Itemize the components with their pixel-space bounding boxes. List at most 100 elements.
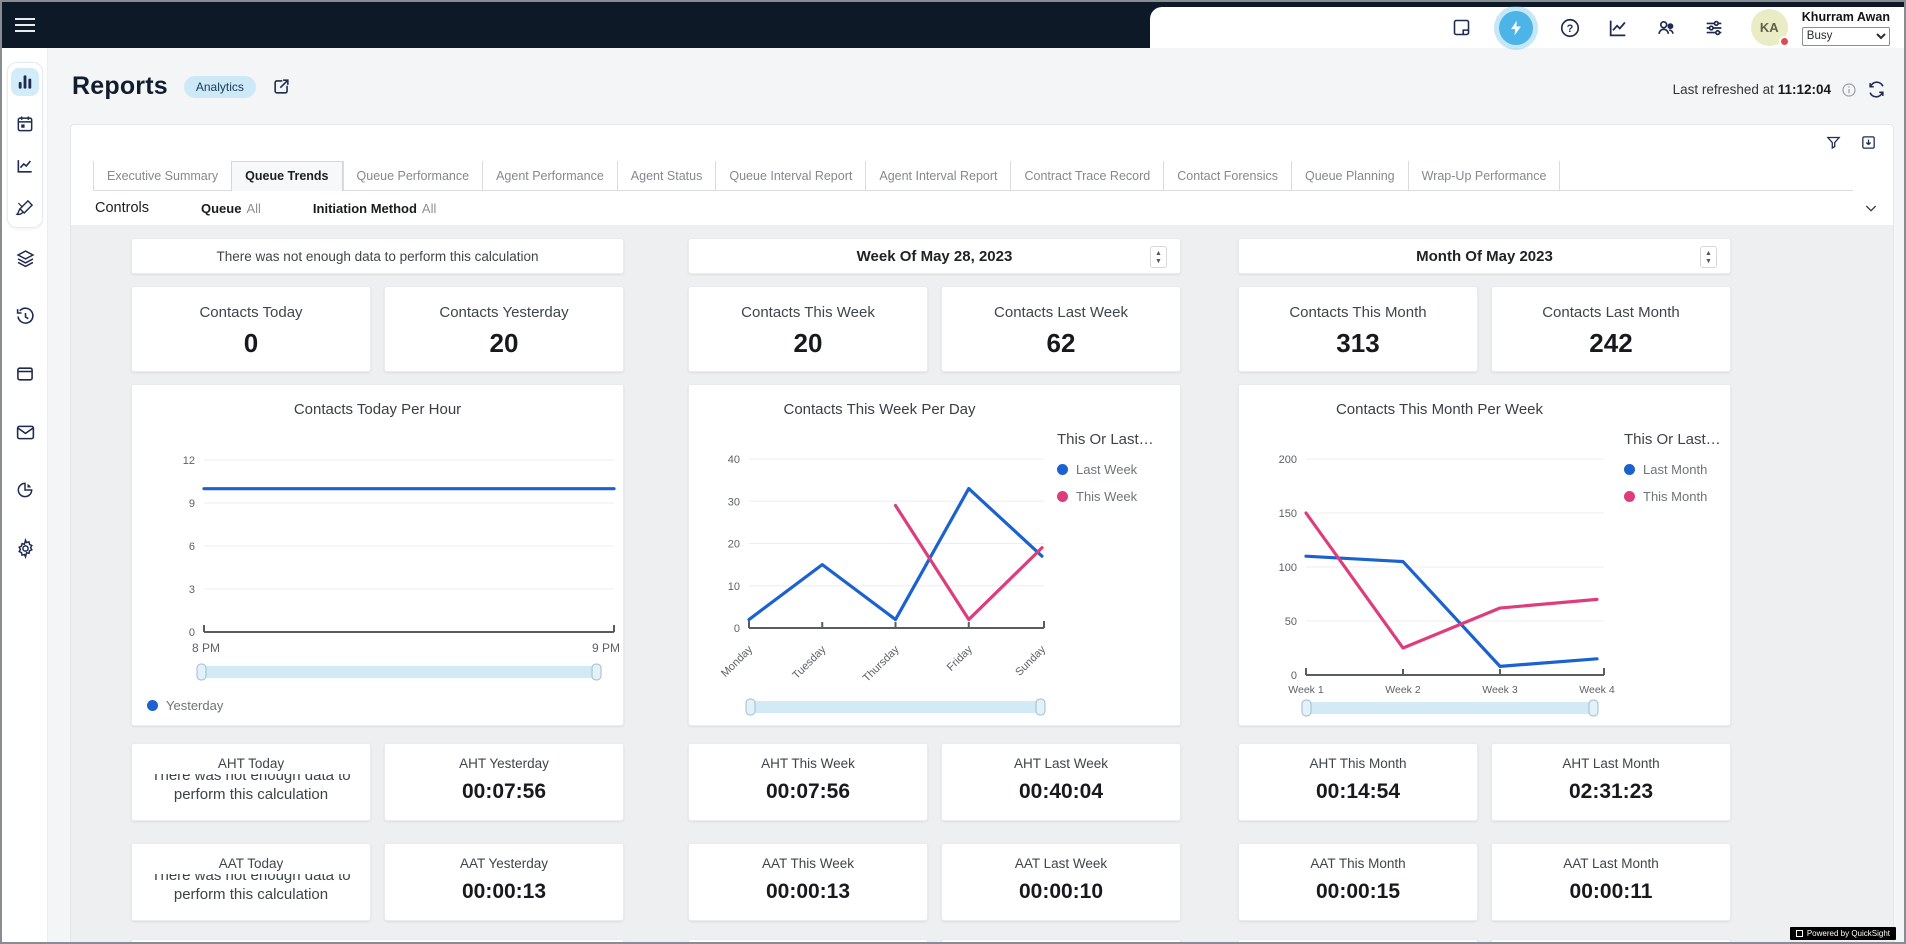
tab-contact-forensics[interactable]: Contact Forensics xyxy=(1163,161,1291,190)
aht-yesterday-card: AHT Yesterday 00:07:56 xyxy=(384,743,624,821)
legend-this-month[interactable]: This Month xyxy=(1624,489,1721,504)
chart-contacts-this-month-per-week: Contacts This Month Per Week 05010015020… xyxy=(1238,384,1731,726)
svg-text:8 PM: 8 PM xyxy=(192,641,220,655)
tab-contract-trace-record[interactable]: Contract Trace Record xyxy=(1010,161,1163,190)
tab-agent-interval-report[interactable]: Agent Interval Report xyxy=(865,161,1010,190)
chart-scrollbar[interactable] xyxy=(1303,702,1597,714)
legend-this-week[interactable]: This Week xyxy=(1057,489,1154,504)
external-link-icon[interactable] xyxy=(272,77,291,96)
sidebar-item-mail[interactable] xyxy=(11,418,39,446)
tab-queue-interval-report[interactable]: Queue Interval Report xyxy=(715,161,865,190)
sidebar-item-pie[interactable] xyxy=(11,476,39,504)
tab-agent-performance[interactable]: Agent Performance xyxy=(482,161,617,190)
people-icon[interactable] xyxy=(1655,17,1677,39)
tab-executive-summary[interactable]: Executive Summary xyxy=(93,161,231,190)
chevron-down-icon[interactable] xyxy=(1863,200,1879,216)
chart-scrollbar[interactable] xyxy=(747,701,1044,713)
column-month: Month Of May 2023 ▲▼ Contacts This Month… xyxy=(1238,225,1731,944)
topbar-actions: ? KA Khurram Awan Busy xyxy=(1150,7,1904,48)
line-chart-icon xyxy=(15,156,35,176)
analytics-badge: Analytics xyxy=(184,76,256,98)
column-today: There was not enough data to perform thi… xyxy=(131,225,624,944)
clipped-card xyxy=(1238,939,1478,944)
legend-last-month[interactable]: Last Month xyxy=(1624,462,1721,477)
svg-text:50: 50 xyxy=(1285,616,1297,628)
svg-text:Monday: Monday xyxy=(719,643,756,680)
line-chart[interactable]: 0369128 PM9 PM xyxy=(132,385,625,727)
dashboard: There was not enough data to perform thi… xyxy=(71,225,1893,944)
kpi-contacts-this-week: Contacts This Week 20 xyxy=(688,286,928,372)
kpi-contacts-last-month: Contacts Last Month 242 xyxy=(1491,286,1731,372)
user-name: Khurram Awan xyxy=(1802,10,1890,24)
tab-queue-planning[interactable]: Queue Planning xyxy=(1291,161,1408,190)
scrollbar-handle[interactable] xyxy=(1036,699,1045,715)
queue-filter[interactable]: QueueAll xyxy=(201,201,261,216)
pie-chart-icon xyxy=(15,480,35,500)
controls-label: Controls xyxy=(95,200,149,216)
scrollbar-handle[interactable] xyxy=(1302,700,1311,716)
no-data-header: There was not enough data to perform thi… xyxy=(217,249,539,264)
week-header-card: Week Of May 28, 2023 ▲▼ xyxy=(688,238,1181,274)
export-icon[interactable] xyxy=(1860,134,1877,151)
sidebar-item-design[interactable] xyxy=(11,194,39,222)
svg-text:40: 40 xyxy=(728,454,740,466)
svg-text:0: 0 xyxy=(189,627,195,639)
sidebar-group xyxy=(7,62,43,228)
sidebar-item-history[interactable] xyxy=(11,302,39,330)
scrollbar-handle[interactable] xyxy=(1589,700,1598,716)
tab-queue-performance[interactable]: Queue Performance xyxy=(343,161,483,190)
sidebar-item-reports[interactable] xyxy=(11,68,39,96)
svg-text:Week 4: Week 4 xyxy=(1579,684,1615,696)
svg-text:150: 150 xyxy=(1279,508,1297,520)
lightning-icon[interactable] xyxy=(1499,11,1533,45)
note-icon[interactable] xyxy=(1451,17,1473,39)
kpi-contacts-today: Contacts Today 0 xyxy=(131,286,371,372)
chart-scrollbar[interactable] xyxy=(198,666,600,678)
svg-text:?: ? xyxy=(1566,23,1573,35)
controls-bar: Controls QueueAll Initiation MethodAll xyxy=(95,191,1879,225)
gear-icon xyxy=(15,538,36,559)
last-refreshed-label: Last refreshed at xyxy=(1673,82,1774,97)
info-icon[interactable] xyxy=(1841,82,1857,98)
user-avatar[interactable]: KA xyxy=(1751,9,1788,46)
svg-text:6: 6 xyxy=(189,541,195,553)
tab-wrap-up-performance[interactable]: Wrap-Up Performance xyxy=(1408,161,1561,190)
kpi-contacts-last-week: Contacts Last Week 62 xyxy=(941,286,1181,372)
svg-text:Tuesday: Tuesday xyxy=(790,643,828,681)
tab-queue-trends[interactable]: Queue Trends xyxy=(231,161,342,191)
scrollbar-handle[interactable] xyxy=(592,664,601,680)
topbar: ? KA Khurram Awan Busy xyxy=(2,2,1904,48)
tab-agent-status[interactable]: Agent Status xyxy=(617,161,716,190)
kpi-contacts-yesterday: Contacts Yesterday 20 xyxy=(384,286,624,372)
status-select[interactable]: Busy xyxy=(1802,27,1890,46)
help-icon[interactable]: ? xyxy=(1559,17,1581,39)
filter-icon[interactable] xyxy=(1825,134,1842,151)
month-header-card: Month Of May 2023 ▲▼ xyxy=(1238,238,1731,274)
svg-text:Thursday: Thursday xyxy=(861,643,902,684)
clipped-card xyxy=(131,939,624,944)
svg-text:Friday: Friday xyxy=(945,643,975,673)
app-window: ? KA Khurram Awan Busy xyxy=(0,0,1906,944)
scrollbar-handle[interactable] xyxy=(746,699,755,715)
sidebar-item-analytics[interactable] xyxy=(11,152,39,180)
sidebar-item-layers[interactable] xyxy=(11,244,39,272)
aht-today-card: AHT Today There was not enough data to p… xyxy=(131,743,371,821)
refresh-icon[interactable] xyxy=(1867,80,1886,99)
month-header: Month Of May 2023 xyxy=(1416,248,1553,265)
sidebar-item-window[interactable] xyxy=(11,360,39,388)
scrollbar-handle[interactable] xyxy=(197,664,206,680)
trend-icon[interactable] xyxy=(1607,17,1629,39)
legend-last-week[interactable]: Last Week xyxy=(1057,462,1154,477)
aht-last-month-card: AHT Last Month 02:31:23 xyxy=(1491,743,1731,821)
svg-text:Sunday: Sunday xyxy=(1013,643,1048,678)
chart-legend: Yesterday xyxy=(147,698,223,713)
sliders-icon[interactable] xyxy=(1703,17,1725,39)
month-stepper[interactable]: ▲▼ xyxy=(1700,246,1717,268)
aht-last-week-card: AHT Last Week 00:40:04 xyxy=(941,743,1181,821)
aat-today-card: AAT Today There was not enough data to p… xyxy=(131,843,371,921)
hamburger-menu-icon[interactable] xyxy=(15,18,35,32)
sidebar-item-schedule[interactable] xyxy=(11,110,39,138)
sidebar-item-settings[interactable] xyxy=(11,534,39,562)
week-stepper[interactable]: ▲▼ xyxy=(1150,246,1167,268)
initiation-method-filter[interactable]: Initiation MethodAll xyxy=(313,201,436,216)
